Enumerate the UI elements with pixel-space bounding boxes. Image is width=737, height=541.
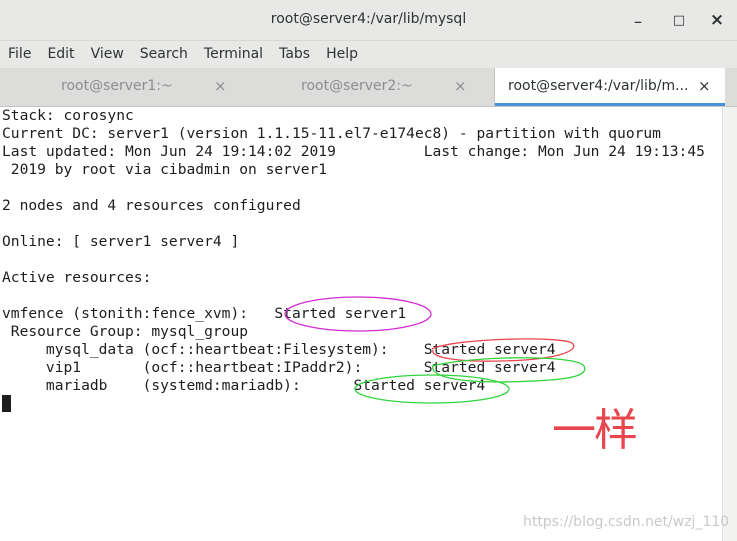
menu-terminal[interactable]: Terminal <box>196 41 271 68</box>
tab-close-icon[interactable]: × <box>454 77 467 95</box>
tab-label: root@server2:~ <box>301 78 413 94</box>
menu-bar: File Edit View Search Terminal Tabs Help <box>0 41 737 68</box>
tab-close-icon[interactable]: × <box>214 77 227 95</box>
tab-close-icon[interactable]: × <box>698 77 711 95</box>
terminal-output[interactable]: Stack: corosync Current DC: server1 (ver… <box>0 107 722 541</box>
terminal-line: Online: [ server1 server4 ] <box>2 233 240 250</box>
tab-server4[interactable]: root@server4:/var/lib/m... × <box>494 68 725 106</box>
minimize-button[interactable]: _ <box>627 9 649 31</box>
terminal-cursor <box>2 395 11 412</box>
maximize-button[interactable]: □ <box>668 9 690 31</box>
terminal-line: Resource Group: mysql_group <box>2 323 249 340</box>
terminal-line: 2019 by root via cibadmin on server1 <box>2 161 328 178</box>
tab-server1[interactable]: root@server1:~ × <box>0 68 247 106</box>
terminal-line: mysql_data (ocf::heartbeat:Filesystem): … <box>2 341 556 358</box>
menu-edit[interactable]: Edit <box>39 41 82 68</box>
tab-label: root@server4:/var/lib/m... <box>508 78 689 94</box>
terminal-line: Last updated: Mon Jun 24 19:14:02 2019 L… <box>2 143 705 160</box>
minimize-icon: _ <box>634 8 642 24</box>
terminal-line: vmfence (stonith:fence_xvm): Started ser… <box>2 305 407 322</box>
terminal-line: 2 nodes and 4 resources configured <box>2 197 301 214</box>
terminal-line: vip1 (ocf::heartbeat:IPaddr2): Started s… <box>2 359 556 376</box>
menu-search[interactable]: Search <box>132 41 196 68</box>
close-icon: × <box>709 10 725 30</box>
terminal-scrollbar[interactable] <box>722 107 737 541</box>
terminal-line: Active resources: <box>2 269 152 286</box>
title-bar: root@server4:/var/lib/mysql _ □ × <box>0 0 737 41</box>
tab-label: root@server1:~ <box>61 78 173 94</box>
terminal-line: Stack: corosync <box>2 107 134 124</box>
watermark: https://blog.csdn.net/wzj_110 <box>523 514 730 530</box>
menu-help[interactable]: Help <box>318 41 366 68</box>
menu-view[interactable]: View <box>83 41 132 68</box>
maximize-icon: □ <box>672 12 686 28</box>
terminal-line: mariadb (systemd:mariadb): Started serve… <box>2 377 486 394</box>
active-tab-indicator <box>495 103 725 106</box>
menu-tabs[interactable]: Tabs <box>271 41 318 68</box>
menu-file[interactable]: File <box>0 41 39 68</box>
tab-bar: root@server1:~ × root@server2:~ × root@s… <box>0 68 737 107</box>
terminal-line: Current DC: server1 (version 1.1.15-11.e… <box>2 125 661 142</box>
tab-server2[interactable]: root@server2:~ × <box>247 68 494 106</box>
close-button[interactable]: × <box>706 9 728 31</box>
